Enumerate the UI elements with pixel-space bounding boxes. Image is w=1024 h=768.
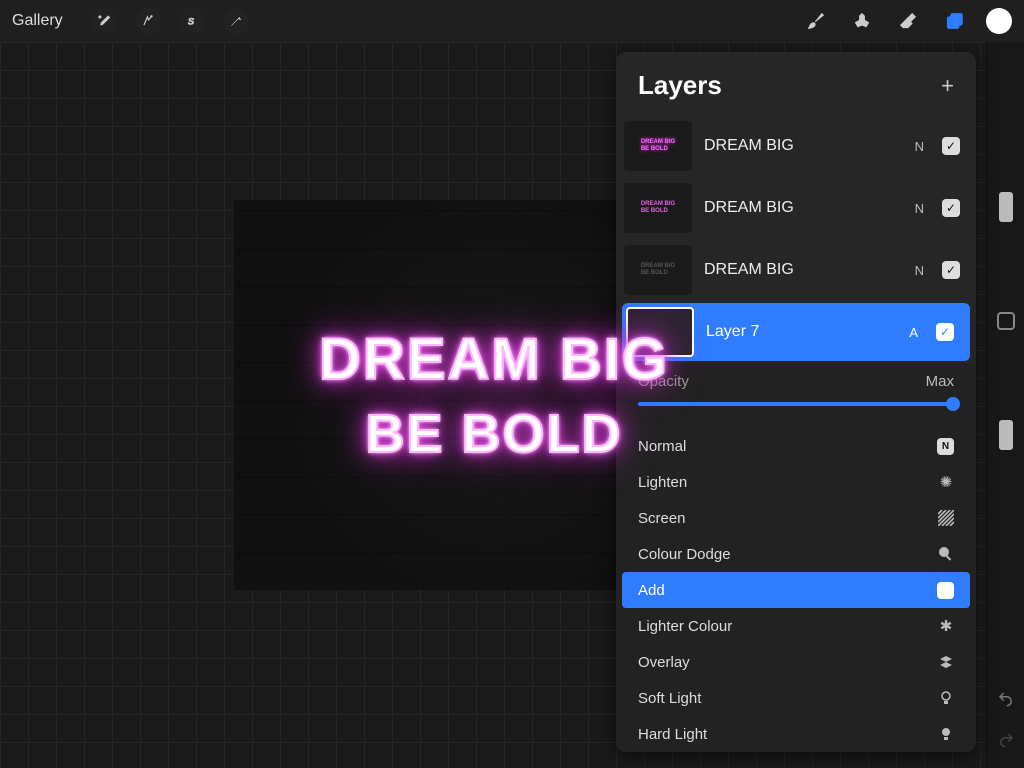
opacity-block: Opacity Max — [616, 363, 976, 422]
eraser-button[interactable] — [894, 7, 922, 35]
add-layer-button[interactable]: + — [941, 73, 954, 99]
opacity-slider[interactable] — [638, 402, 954, 406]
blend-mode-normal[interactable]: Normal N — [616, 428, 976, 464]
layer-name: DREAM BIG — [704, 137, 903, 155]
brush-size-slider[interactable] — [999, 192, 1013, 222]
neon-line2: BE BOLD — [366, 403, 623, 465]
right-rail — [986, 42, 1024, 768]
layers-button[interactable] — [940, 7, 968, 35]
adjustments-button[interactable] — [135, 8, 161, 34]
blend-mode-lighten[interactable]: Lighten ✺ — [616, 464, 976, 500]
brush-opacity-slider[interactable] — [999, 420, 1013, 450]
blend-mode-add[interactable]: Add ＋ — [622, 572, 970, 608]
layers-panel: Layers + DREAM BIGBE BOLD DREAM BIG N DR… — [616, 52, 976, 752]
panel-title: Layers — [638, 70, 722, 101]
modify-button[interactable] — [997, 312, 1015, 330]
layer-visibility-checkbox[interactable] — [942, 137, 960, 155]
bulb-soft-icon — [938, 690, 954, 706]
opacity-value: Max — [926, 373, 954, 390]
asterisk-icon: ✱ — [938, 618, 954, 634]
layer-name: Layer 7 — [706, 323, 897, 341]
normal-icon: N — [937, 438, 954, 455]
layer-blend-letter[interactable]: A — [909, 325, 918, 340]
layer-visibility-checkbox[interactable] — [942, 199, 960, 217]
layer-row-selected[interactable]: Layer 7 A — [622, 303, 970, 361]
brush-button[interactable] — [802, 7, 830, 35]
opacity-slider-knob[interactable] — [946, 397, 960, 411]
hatch-icon — [938, 510, 954, 526]
blend-mode-hard-light[interactable]: Hard Light — [616, 716, 976, 752]
layer-thumbnail: DREAM BIGBE BOLD — [624, 245, 692, 295]
layer-list: DREAM BIGBE BOLD DREAM BIG N DREAM BIGBE… — [616, 115, 976, 361]
blend-mode-overlay[interactable]: Overlay — [616, 644, 976, 680]
layer-blend-letter[interactable]: N — [915, 139, 924, 154]
top-toolbar: Gallery S — [0, 0, 1024, 42]
color-swatch[interactable] — [986, 8, 1012, 34]
transform-button[interactable] — [223, 8, 249, 34]
sparkle-icon: ✺ — [938, 474, 954, 490]
actions-button[interactable] — [91, 8, 117, 34]
layer-blend-letter[interactable]: N — [915, 263, 924, 278]
blend-mode-screen[interactable]: Screen — [616, 500, 976, 536]
smudge-button[interactable] — [848, 7, 876, 35]
svg-text:S: S — [188, 17, 195, 27]
layer-name: DREAM BIG — [704, 261, 903, 279]
layer-blend-letter[interactable]: N — [915, 201, 924, 216]
layer-visibility-checkbox[interactable] — [936, 323, 954, 341]
blend-mode-lighter-colour[interactable]: Lighter Colour ✱ — [616, 608, 976, 644]
bulb-hard-icon — [938, 726, 954, 742]
blend-mode-colour-dodge[interactable]: Colour Dodge — [616, 536, 976, 572]
layer-thumbnail: DREAM BIGBE BOLD — [624, 121, 692, 171]
layer-visibility-checkbox[interactable] — [942, 261, 960, 279]
dodge-icon — [938, 546, 954, 562]
selection-button[interactable]: S — [179, 8, 205, 34]
undo-button[interactable] — [997, 690, 1015, 713]
layer-thumbnail: DREAM BIGBE BOLD — [624, 183, 692, 233]
redo-button[interactable] — [997, 731, 1015, 754]
layer-name: DREAM BIG — [704, 199, 903, 217]
add-icon: ＋ — [937, 582, 954, 599]
gallery-button[interactable]: Gallery — [12, 12, 63, 30]
blend-mode-soft-light[interactable]: Soft Light — [616, 680, 976, 716]
neon-line1: DREAM BIG — [319, 326, 669, 393]
blend-mode-list: Normal N Lighten ✺ Screen Colour Dodge A… — [616, 422, 976, 752]
layer-row[interactable]: DREAM BIGBE BOLD DREAM BIG N — [616, 239, 976, 301]
layer-row[interactable]: DREAM BIGBE BOLD DREAM BIG N — [616, 177, 976, 239]
layer-row[interactable]: DREAM BIGBE BOLD DREAM BIG N — [616, 115, 976, 177]
layers-icon — [938, 654, 954, 670]
